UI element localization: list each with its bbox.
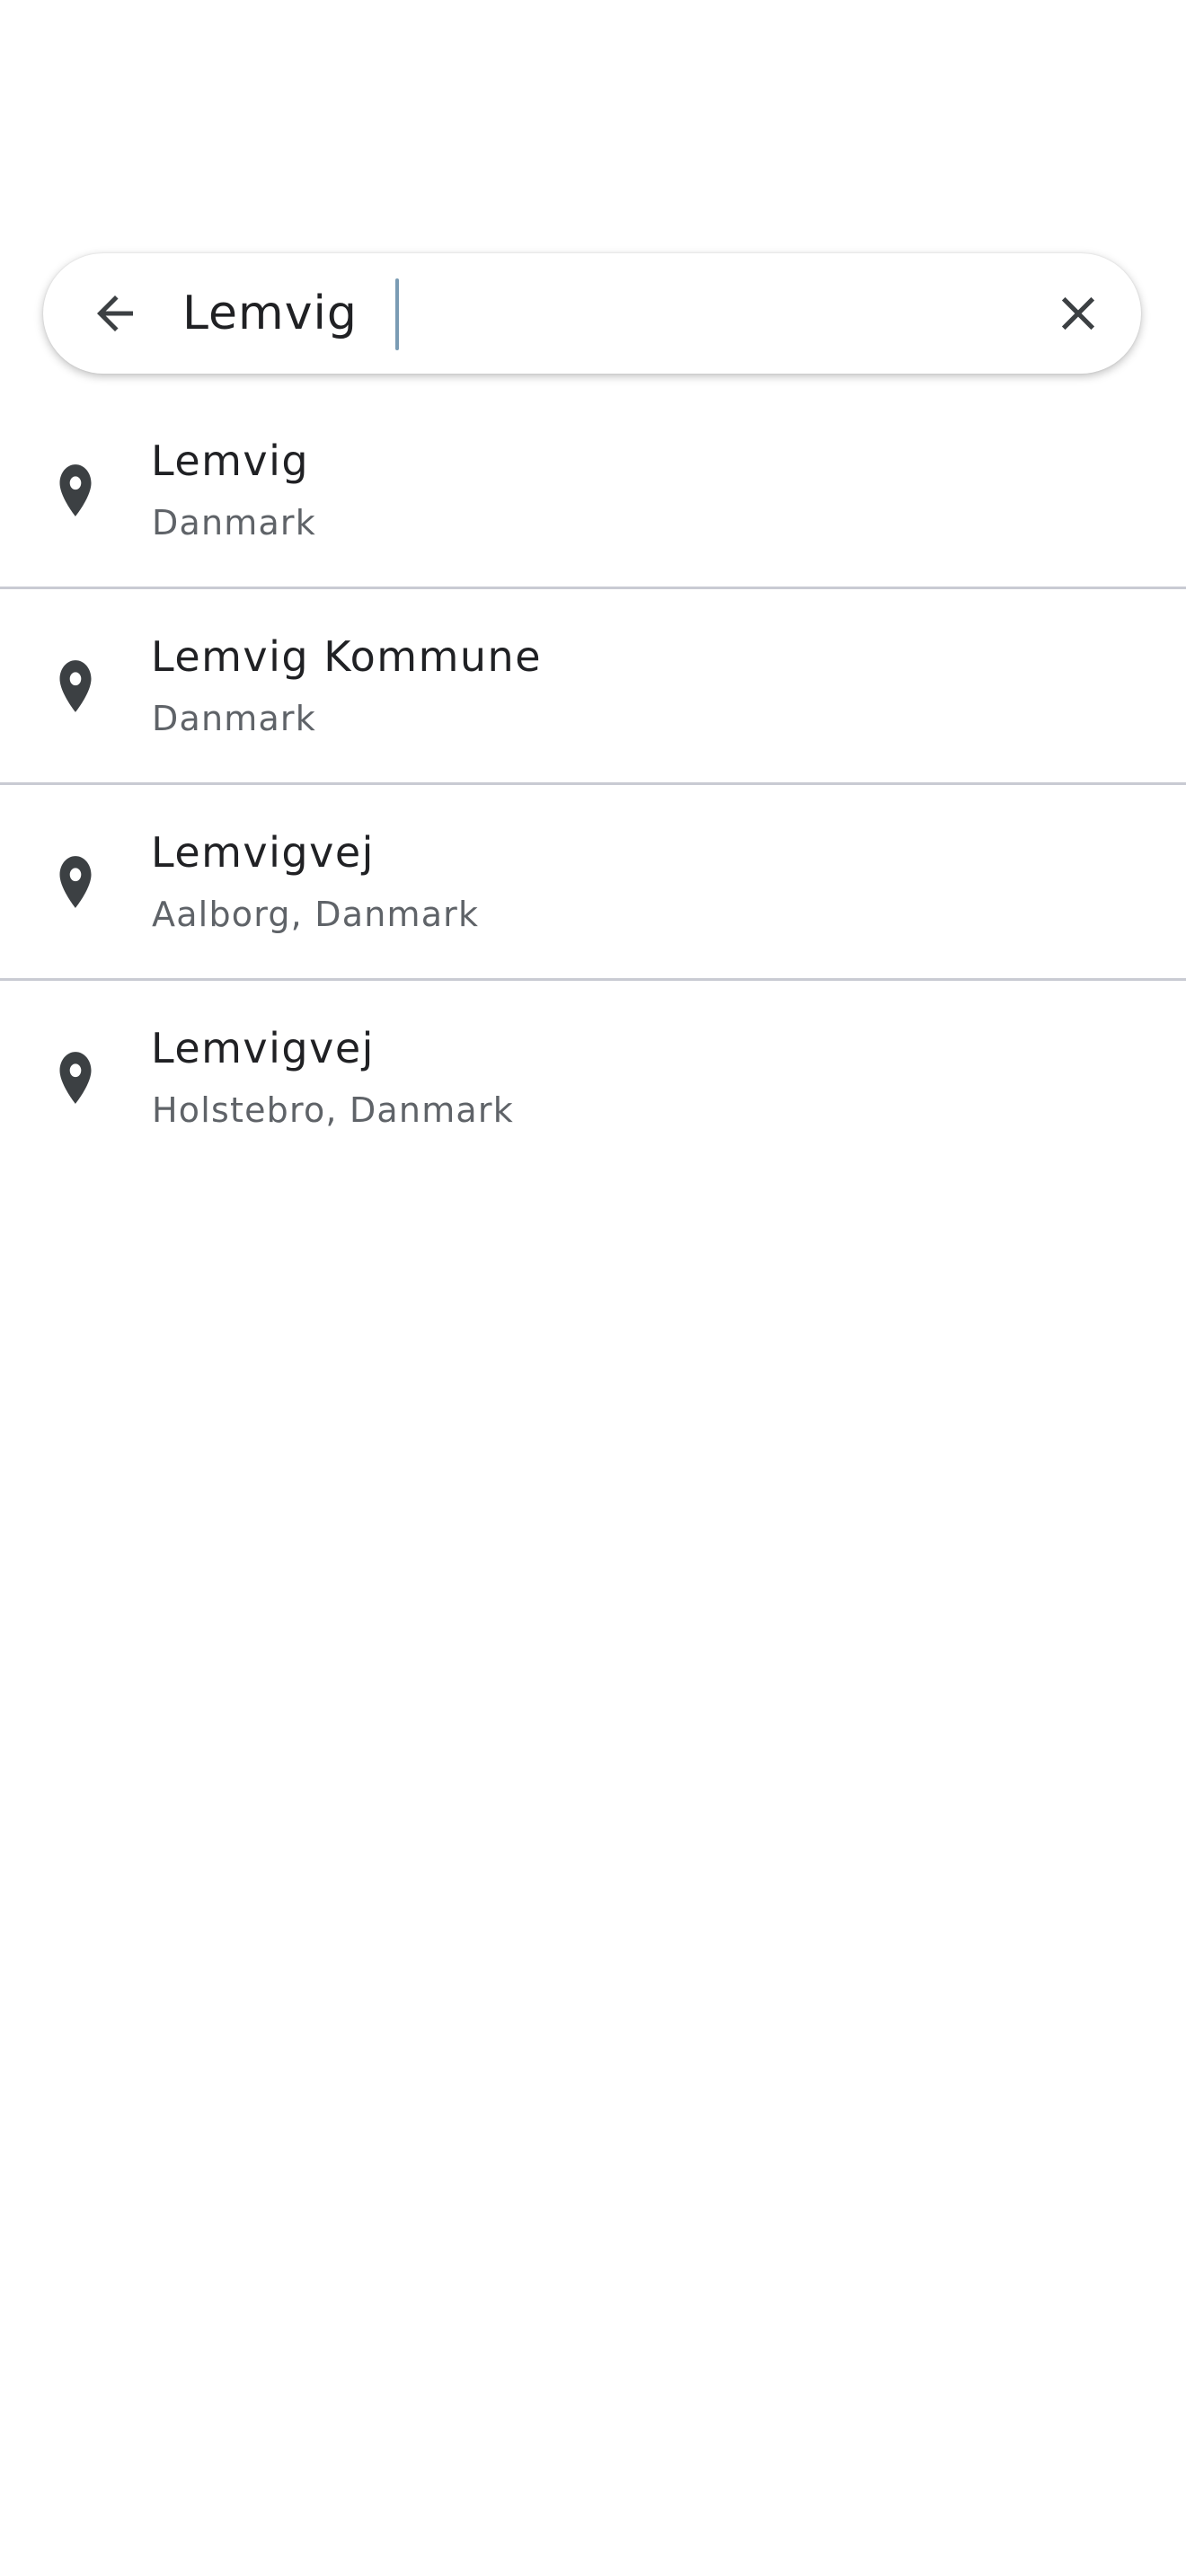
result-title: Lemvig bbox=[151, 437, 310, 485]
location-pin-icon bbox=[59, 856, 92, 908]
close-icon bbox=[1061, 296, 1095, 331]
arrow-back-icon bbox=[97, 296, 133, 331]
list-item[interactable]: Lemvig Danmark bbox=[0, 393, 1186, 589]
list-item[interactable]: Lemvig Kommune Danmark bbox=[0, 589, 1186, 785]
location-pin-icon bbox=[59, 1052, 92, 1104]
search-bar bbox=[43, 253, 1141, 374]
clear-button[interactable] bbox=[1042, 278, 1114, 349]
search-input[interactable] bbox=[182, 273, 1018, 354]
location-pin-icon bbox=[59, 464, 92, 516]
result-subtitle: Aalborg, Danmark bbox=[152, 895, 480, 934]
text-caret bbox=[395, 278, 399, 350]
result-subtitle: Danmark bbox=[152, 503, 316, 543]
result-title: Lemvigvej bbox=[151, 828, 375, 877]
result-title: Lemvigvej bbox=[151, 1024, 375, 1072]
back-button[interactable] bbox=[79, 278, 151, 349]
list-item[interactable]: Lemvigvej Holstebro, Danmark bbox=[0, 981, 1186, 1177]
result-title: Lemvig Kommune bbox=[151, 632, 542, 681]
search-results-list: Lemvig Danmark Lemvig Kommune Danmark Le… bbox=[0, 393, 1186, 1177]
list-item[interactable]: Lemvigvej Aalborg, Danmark bbox=[0, 785, 1186, 981]
location-pin-icon bbox=[59, 660, 92, 712]
result-subtitle: Holstebro, Danmark bbox=[152, 1090, 514, 1130]
result-subtitle: Danmark bbox=[152, 699, 316, 738]
